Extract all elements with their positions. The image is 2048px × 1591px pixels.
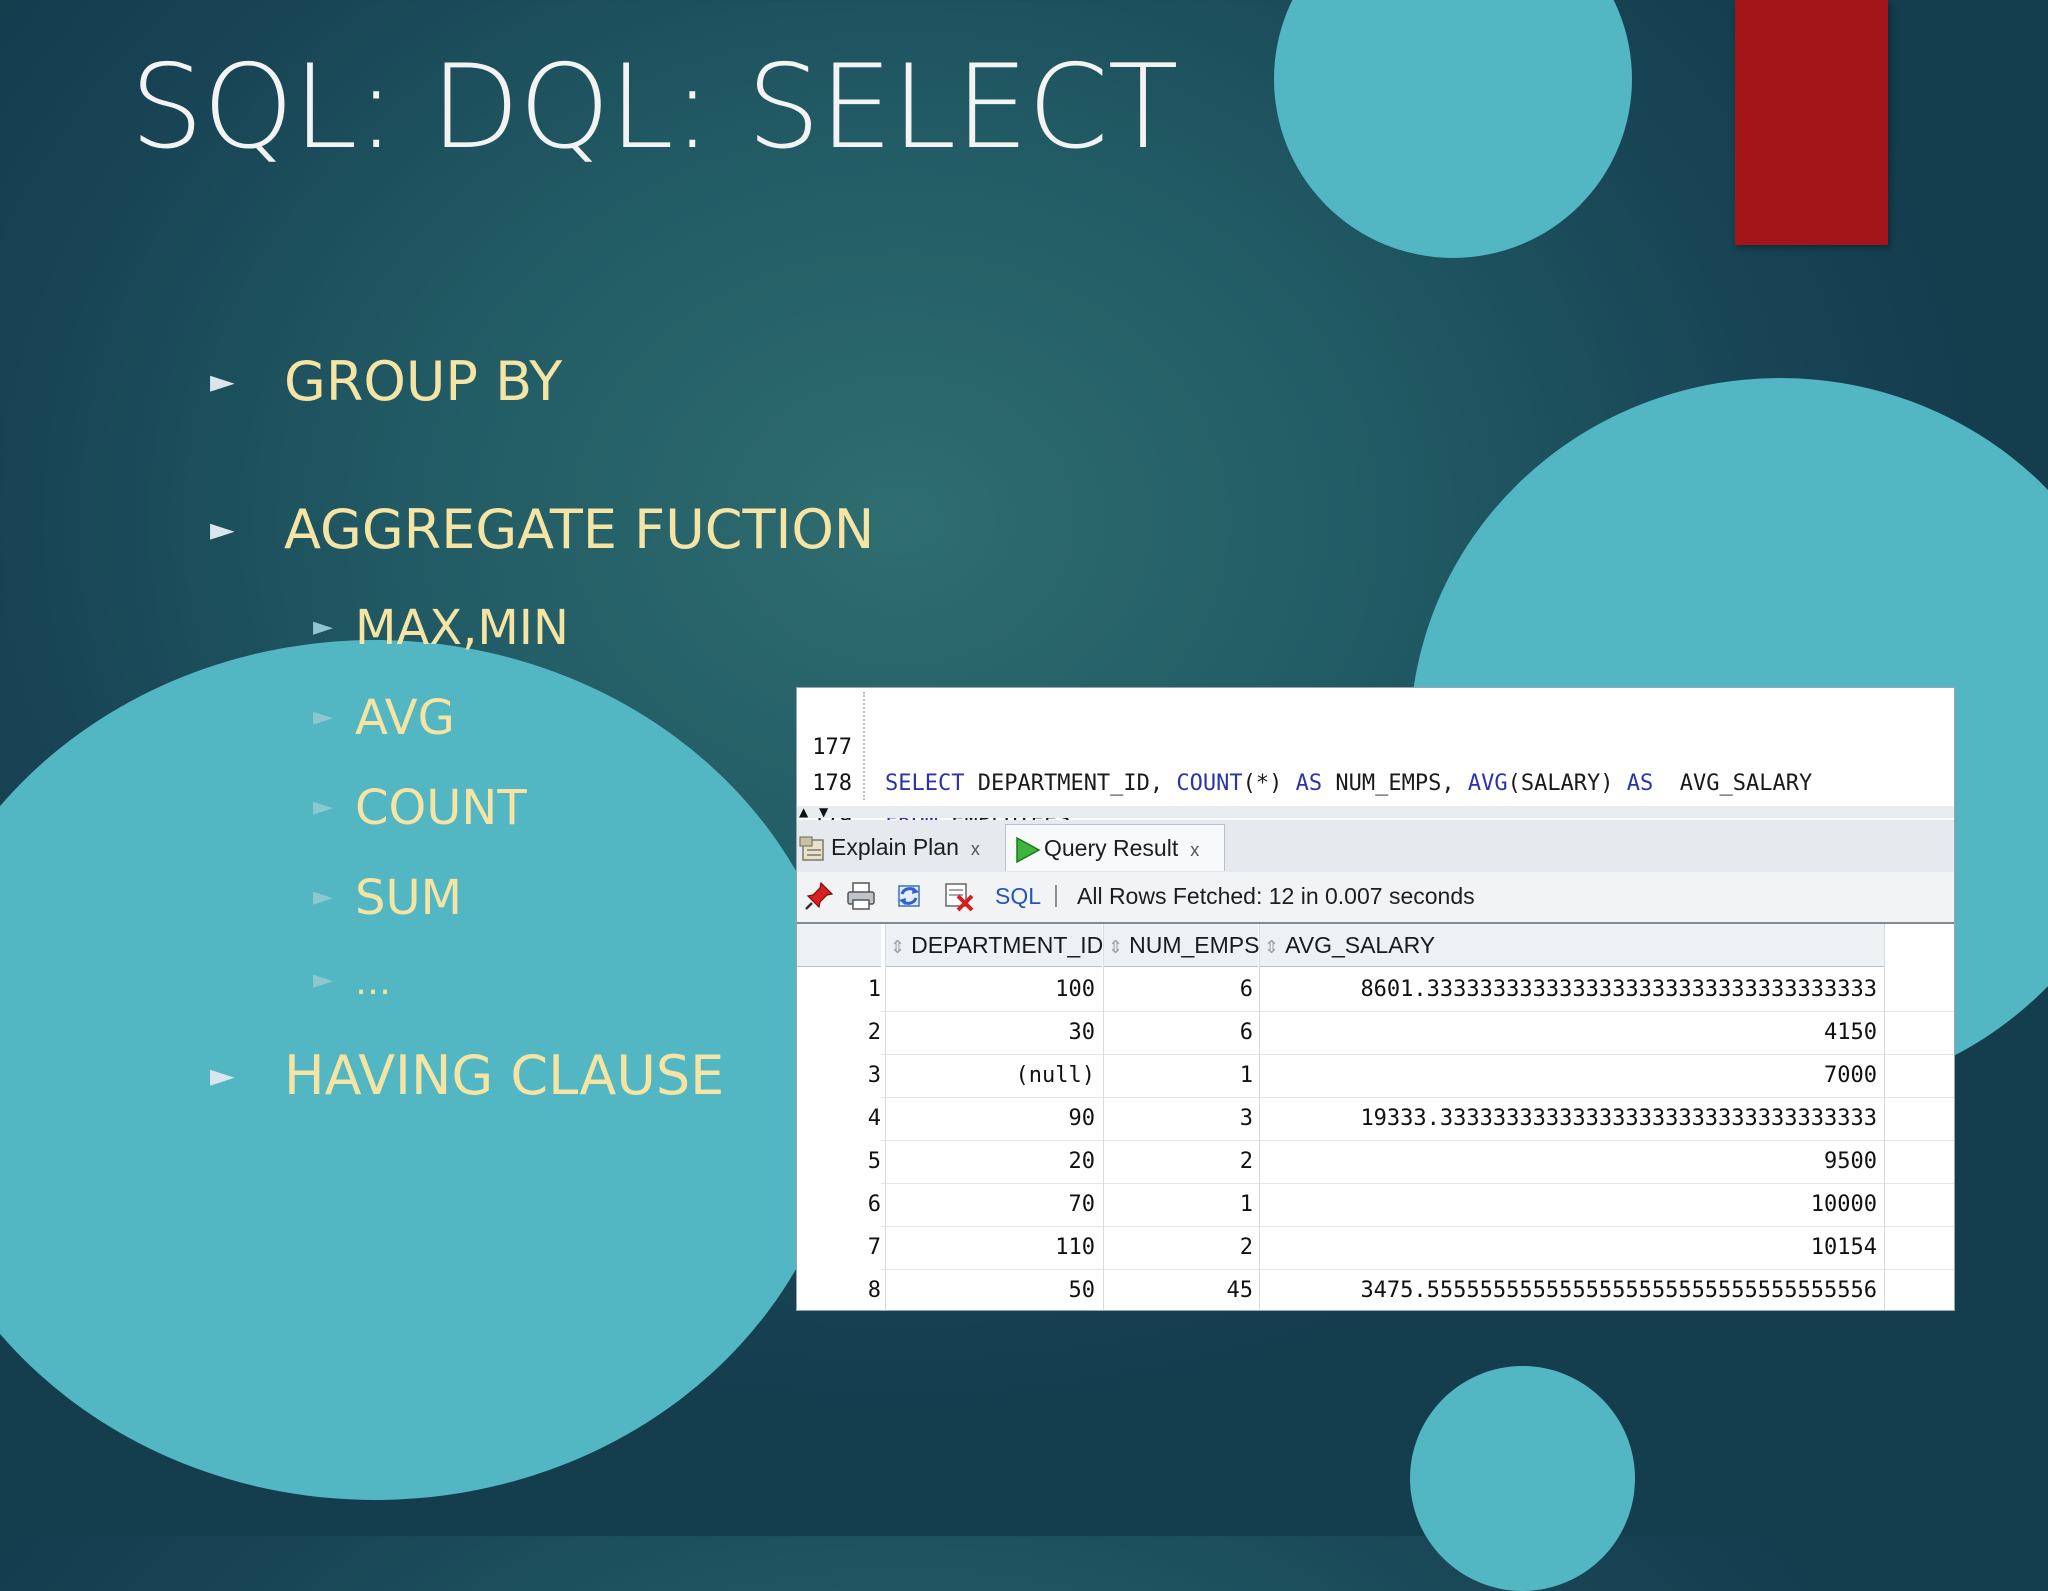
collapse-down-icon[interactable]: ▼ — [819, 806, 828, 818]
collapse-up-icon[interactable]: ▲ — [799, 806, 808, 818]
avg-salary-cell[interactable]: 7000 — [1259, 1054, 1877, 1097]
department-id-cell[interactable]: 100 — [885, 968, 1095, 1011]
bullet-arrow-icon: ► — [313, 612, 333, 642]
avg-salary-cell[interactable]: 3475.5555555555555555555555555555555556 — [1259, 1269, 1877, 1310]
bullet-group-by: ► GROUP BY — [210, 350, 563, 413]
bullet-sum: ► SUM — [313, 870, 463, 926]
bullet-arrow-icon: ► — [210, 362, 235, 401]
editor-line[interactable]: 178 FROM EMPLOYEES — [797, 730, 1954, 832]
department-id-cell[interactable]: 70 — [885, 1183, 1096, 1226]
num-emps-cell[interactable]: 1 — [1103, 1054, 1253, 1097]
cancel-query-icon[interactable] — [943, 880, 975, 912]
close-icon[interactable]: x — [1190, 840, 1199, 860]
table-row[interactable]: 4 90 3 19333.333333333333333333333333333333… — [797, 1097, 1954, 1141]
bullet-ellipsis: ►… — [313, 962, 391, 1003]
sql-editor[interactable]: 177 SELECT DEPARTMENT_ID, COUNT(*) AS NU… — [797, 688, 1954, 868]
editor-line[interactable]: 179 GROUP BY DEPARTMENT_ID; — [797, 766, 1954, 868]
row-number-cell[interactable]: 6 — [797, 1183, 881, 1226]
decor-circle-bottom — [1410, 1366, 1635, 1591]
num-emps-cell[interactable]: 45 — [1103, 1269, 1254, 1310]
avg-salary-cell[interactable]: 8601.3333333333333333333333333333333333 — [1259, 968, 1877, 1011]
bullet-having-clause: ► HAVING CLAUSE — [210, 1044, 725, 1107]
bullet-arrow-icon: ► — [313, 882, 333, 912]
toolbar-separator: | — [1053, 881, 1059, 907]
department-id-cell[interactable]: (null) — [885, 1054, 1095, 1097]
refresh-icon[interactable] — [893, 880, 925, 912]
bullet-max-min: ► MAX,MIN — [313, 600, 569, 656]
avg-salary-cell[interactable]: 19333.333333333333333333333333333333333 — [1259, 1097, 1877, 1140]
tab-explain-plan[interactable]: Explain Plan x — [799, 824, 999, 870]
bullet-arrow-icon: ► — [313, 965, 333, 995]
num-emps-cell[interactable]: 2 — [1103, 1140, 1253, 1183]
panel-splitter[interactable]: ▲ ▼ — [797, 806, 1954, 818]
bullet-count: ► COUNT — [313, 780, 527, 836]
table-row[interactable]: 6 70 1 10000 — [797, 1183, 1954, 1227]
decor-circle-top — [1274, 0, 1632, 258]
explain-plan-icon — [799, 836, 824, 861]
num-emps-cell[interactable]: 3 — [1103, 1097, 1253, 1140]
tab-label: Query Result — [1044, 835, 1179, 861]
grid-line — [885, 924, 886, 1310]
tab-query-result[interactable]: Query Result x — [1005, 824, 1225, 871]
row-number-cell[interactable]: 1 — [797, 968, 881, 1011]
row-number-cell[interactable]: 4 — [797, 1097, 881, 1140]
num-emps-cell[interactable]: 6 — [1103, 1011, 1253, 1054]
slide-title: SQL: DQL: SELECT — [130, 40, 1178, 175]
results-toolbar: SQL | All Rows Fetched: 12 in 0.007 seco… — [797, 872, 1954, 924]
department-id-cell[interactable]: 90 — [885, 1097, 1096, 1140]
sql-developer-screenshot: 177 SELECT DEPARTMENT_ID, COUNT(*) AS NU… — [796, 687, 1955, 1311]
bullet-avg: ► AVG — [313, 690, 455, 746]
row-number-cell[interactable]: 5 — [797, 1140, 881, 1183]
bullet-aggregate-function: ► AGGREGATE FUCTION — [210, 498, 875, 561]
pin-icon[interactable] — [803, 880, 835, 912]
tab-label: Explain Plan — [831, 834, 959, 860]
print-icon[interactable] — [845, 880, 877, 912]
department-id-cell[interactable]: 30 — [885, 1011, 1096, 1054]
department-id-cell[interactable]: 20 — [885, 1140, 1096, 1183]
avg-salary-cell[interactable]: 10000 — [1259, 1183, 1877, 1226]
sql-link[interactable]: SQL — [995, 883, 1041, 910]
department-id-cell[interactable]: 110 — [885, 1226, 1095, 1269]
row-number-cell[interactable]: 8 — [797, 1269, 881, 1310]
table-row[interactable]: 2 30 6 4150 — [797, 1011, 1954, 1055]
grid-line — [1259, 924, 1260, 1310]
sort-icon[interactable]: ⇕ — [1264, 937, 1279, 957]
results-tab-bar: Explain Plan x Query Result x — [797, 820, 1954, 873]
avg-salary-cell[interactable]: 4150 — [1259, 1011, 1877, 1054]
num-emps-cell[interactable]: 1 — [1103, 1183, 1253, 1226]
num-emps-cell[interactable]: 6 — [1103, 968, 1253, 1011]
table-row[interactable]: 7 110 2 10154 — [797, 1226, 1954, 1270]
close-icon[interactable]: x — [971, 839, 980, 859]
row-number-cell[interactable]: 7 — [797, 1226, 881, 1269]
column-header-avg-salary[interactable]: ⇕ AVG_SALARY — [1259, 924, 1885, 967]
row-number-cell[interactable]: 3 — [797, 1054, 881, 1097]
grid-line — [1884, 924, 1885, 1310]
bullet-arrow-icon: ► — [313, 702, 333, 732]
bullet-arrow-icon: ► — [313, 792, 333, 822]
table-row[interactable]: 5 20 2 9500 — [797, 1140, 1954, 1184]
grid-line — [1103, 924, 1104, 1310]
column-header-department-id[interactable]: ⇕ DEPARTMENT_ID — [885, 924, 1103, 967]
sort-icon[interactable]: ⇕ — [1108, 937, 1123, 957]
row-number-cell[interactable]: 2 — [797, 1011, 881, 1054]
row-number-header — [797, 924, 881, 967]
bullet-arrow-icon: ► — [210, 1056, 235, 1095]
sort-icon[interactable]: ⇕ — [890, 937, 905, 957]
table-row[interactable]: 1 100 6 8601.333333333333333333333333333333… — [797, 968, 1954, 1012]
bullet-arrow-icon: ► — [210, 510, 235, 549]
editor-line[interactable]: 177 SELECT DEPARTMENT_ID, COUNT(*) AS NU… — [797, 694, 1954, 796]
table-row[interactable]: 8 50 45 3475.555555555555555555555555555555… — [797, 1269, 1954, 1310]
decor-red-bar — [1735, 0, 1888, 245]
run-triangle-icon — [1016, 836, 1041, 864]
table-row[interactable]: 3 (null) 1 7000 — [797, 1054, 1954, 1098]
department-id-cell[interactable]: 50 — [885, 1269, 1096, 1310]
fetch-status: All Rows Fetched: 12 in 0.007 seconds — [1077, 883, 1475, 909]
avg-salary-cell[interactable]: 9500 — [1259, 1140, 1877, 1183]
num-emps-cell[interactable]: 2 — [1103, 1226, 1253, 1269]
avg-salary-cell[interactable]: 10154 — [1259, 1226, 1877, 1269]
column-header-num-emps[interactable]: ⇕ NUM_EMPS — [1103, 924, 1259, 967]
